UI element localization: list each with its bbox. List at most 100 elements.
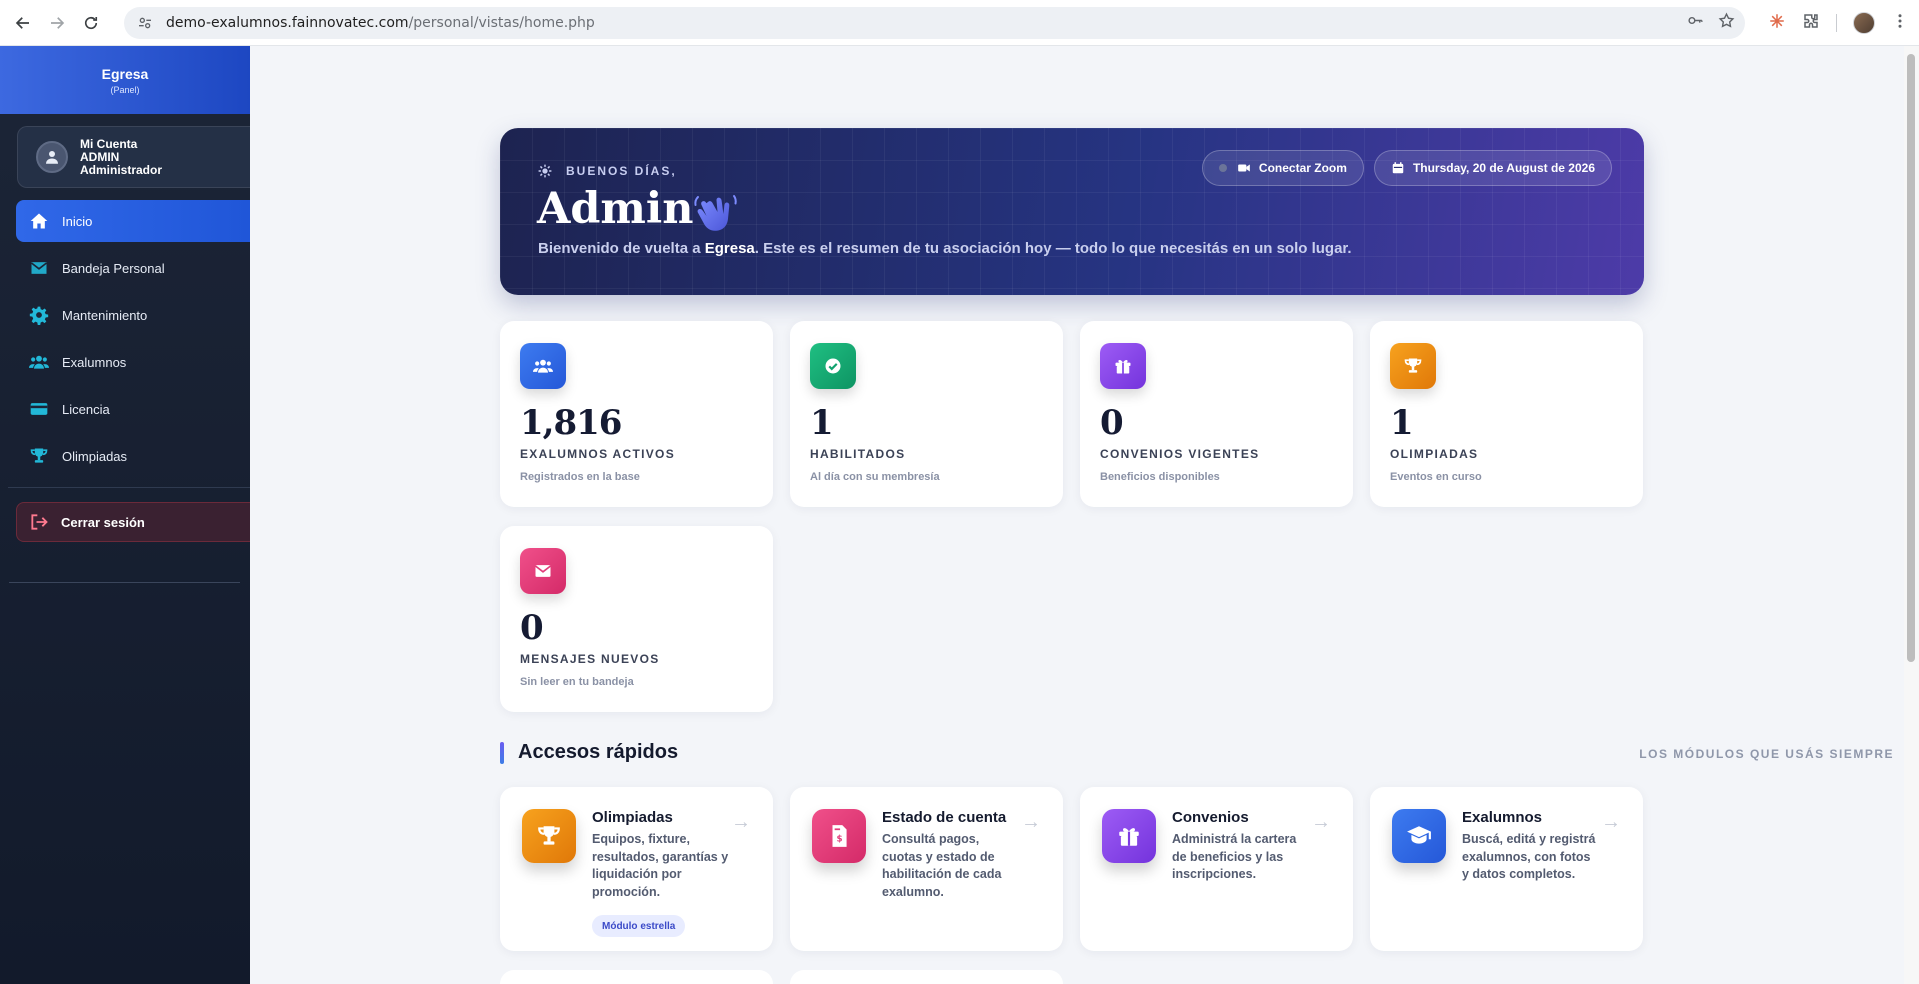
arrow-right-icon: →	[1311, 811, 1331, 833]
home-icon	[28, 210, 50, 232]
section-title: Accesos rápidos	[518, 741, 679, 763]
quick-card-convenios[interactable]: Convenios Administrá la cartera de benef…	[1080, 787, 1353, 951]
stat-subtext: Registrados en la base	[520, 471, 640, 483]
section-note: LOS MÓDULOS QUE USÁS SIEMPRE	[1639, 747, 1894, 761]
reload-icon	[84, 16, 98, 29]
arrow-right-icon: →	[731, 811, 751, 833]
sidebar-item-label: Olimpiadas	[62, 448, 128, 464]
forward-button[interactable]	[40, 6, 74, 40]
stat-label: OLIMPIADAS	[1390, 447, 1479, 461]
quick-card-partial[interactable]	[500, 970, 773, 984]
sidebar-menu: Inicio Bandeja Personal Mantenimiento Ex…	[0, 200, 250, 477]
stat-subtext: Sin leer en tu bandeja	[520, 676, 634, 688]
url-text: demo-exalumnos.fainnovatec.com/personal/…	[166, 15, 595, 31]
date-badge: Thursday, 20 de August de 2026	[1373, 150, 1612, 186]
arrow-right-icon	[51, 16, 65, 29]
account-card[interactable]: Mi Cuenta ADMIN Administrador	[17, 126, 250, 188]
quick-card-title: Convenios	[1172, 809, 1249, 826]
credit-card-icon	[28, 398, 50, 420]
reload-button[interactable]	[74, 6, 108, 40]
greeting: BUENOS DÍAS,	[538, 164, 677, 178]
kebab-menu-icon[interactable]	[1891, 12, 1909, 35]
sidebar-item-licencia[interactable]: Licencia	[16, 388, 250, 430]
sidebar-item-label: Exalumnos	[62, 354, 127, 370]
account-text: Mi Cuenta ADMIN Administrador	[80, 136, 162, 177]
brand-name: Egresa	[101, 65, 149, 82]
sidebar-item-olimpiadas[interactable]: Olimpiadas	[16, 435, 250, 477]
toolbar-divider	[1836, 14, 1837, 32]
bookmark-star-icon[interactable]	[1718, 12, 1735, 34]
stat-label: MENSAJES NUEVOS	[520, 652, 660, 666]
back-button[interactable]	[6, 6, 40, 40]
connect-zoom-button[interactable]: Conectar Zoom	[1201, 150, 1364, 186]
quick-card-olimpiadas[interactable]: Olimpiadas Equipos, fixture, resultados,…	[500, 787, 773, 951]
account-title: Mi Cuenta	[80, 136, 138, 151]
stat-card-olimpiadas[interactable]: 1 OLIMPIADAS Eventos en curso	[1370, 321, 1643, 507]
stat-value: 1,816	[520, 403, 622, 443]
svg-text:$: $	[837, 834, 843, 844]
quick-card-partial[interactable]	[790, 970, 1063, 984]
sidebar-item-inicio[interactable]: Inicio	[16, 200, 250, 242]
stat-subtext: Beneficios disponibles	[1100, 471, 1220, 483]
logout-button[interactable]: Cerrar sesión	[16, 502, 250, 542]
quick-card-estado-de-cuenta[interactable]: $ Estado de cuenta Consultá pagos, cuota…	[790, 787, 1063, 951]
quick-card-title: Exalumnos	[1462, 809, 1543, 826]
waving-hand-icon	[694, 195, 737, 231]
hero-subtitle: Bienvenido de vuelta a Egresa. Este es e…	[538, 240, 1352, 257]
envelope-icon	[28, 257, 50, 279]
greeting-text: BUENOS DÍAS,	[566, 164, 677, 178]
scrollbar-thumb[interactable]	[1907, 54, 1915, 662]
sidebar-item-exalumnos[interactable]: Exalumnos	[16, 341, 250, 383]
quick-card-title: Estado de cuenta	[882, 809, 1007, 826]
account-username: ADMIN	[80, 149, 120, 164]
connect-zoom-label: Conectar Zoom	[1258, 161, 1347, 175]
logout-icon	[29, 512, 49, 532]
calendar-icon	[1391, 161, 1405, 175]
date-text: Thursday, 20 de August de 2026	[1412, 161, 1595, 175]
sidebar-item-label: Inicio	[62, 213, 93, 229]
browser-toolbar: demo-exalumnos.fainnovatec.com/personal/…	[0, 0, 1919, 46]
section-accent-bar	[500, 741, 504, 764]
stat-card-mensajes[interactable]: 0 MENSAJES NUEVOS Sin leer en tu bandeja	[500, 526, 773, 712]
stat-value: 0	[1100, 403, 1124, 443]
gear-icon	[28, 304, 50, 326]
site-settings-icon[interactable]	[134, 12, 156, 34]
trophy-icon	[522, 809, 576, 863]
extension-burst-icon[interactable]	[1768, 12, 1786, 35]
quick-card-exalumnos[interactable]: Exalumnos Buscá, editá y registrá exalum…	[1370, 787, 1643, 951]
stat-card-habilitados[interactable]: 1 HABILITADOS Al día con su membresía	[790, 321, 1063, 507]
welcome-banner: BUENOS DÍAS, Admin Bienvenido de vuelta …	[500, 128, 1644, 295]
gift-icon	[1102, 809, 1156, 863]
main-content: BUENOS DÍAS, Admin Bienvenido de vuelta …	[250, 46, 1904, 984]
quick-card-title: Olimpiadas	[592, 809, 673, 826]
stat-card-exalumnos[interactable]: 1,816 EXALUMNOS ACTIVOS Registrados en l…	[500, 321, 773, 507]
trophy-icon	[1390, 343, 1436, 389]
sun-icon	[538, 164, 552, 178]
trophy-icon	[28, 445, 50, 467]
users-icon	[520, 343, 566, 389]
quick-card-description: Administrá la cartera de beneficios y la…	[1172, 832, 1297, 881]
featured-badge: Módulo estrella	[592, 915, 686, 937]
stat-label: HABILITADOS	[810, 447, 906, 461]
sidebar-brand[interactable]: Egresa (Panel)	[0, 46, 250, 114]
logout-label: Cerrar sesión	[61, 514, 145, 530]
stat-subtext: Al día con su membresía	[810, 471, 940, 483]
arrow-right-icon: →	[1601, 811, 1621, 833]
stat-card-convenios[interactable]: 0 CONVENIOS VIGENTES Beneficios disponib…	[1080, 321, 1353, 507]
sidebar-item-label: Mantenimiento	[62, 307, 148, 323]
extensions-puzzle-icon[interactable]	[1802, 12, 1820, 35]
sidebar-item-mantenimiento[interactable]: Mantenimiento	[16, 294, 250, 336]
profile-avatar[interactable]	[1853, 12, 1875, 34]
sidebar-item-label: Bandeja Personal	[62, 260, 165, 276]
graduate-icon	[1392, 809, 1446, 863]
sidebar-item-label: Licencia	[62, 401, 110, 417]
address-bar[interactable]: demo-exalumnos.fainnovatec.com/personal/…	[124, 7, 1745, 39]
arrow-right-icon: →	[1021, 811, 1041, 833]
invoice-icon: $	[812, 809, 866, 863]
envelope-icon	[520, 548, 566, 594]
page-scrollbar[interactable]	[1904, 46, 1919, 984]
quick-access-heading: Accesos rápidos	[500, 741, 678, 764]
password-key-icon[interactable]	[1687, 12, 1704, 34]
video-camera-icon	[1237, 161, 1251, 175]
sidebar-item-bandeja-personal[interactable]: Bandeja Personal	[16, 247, 250, 289]
